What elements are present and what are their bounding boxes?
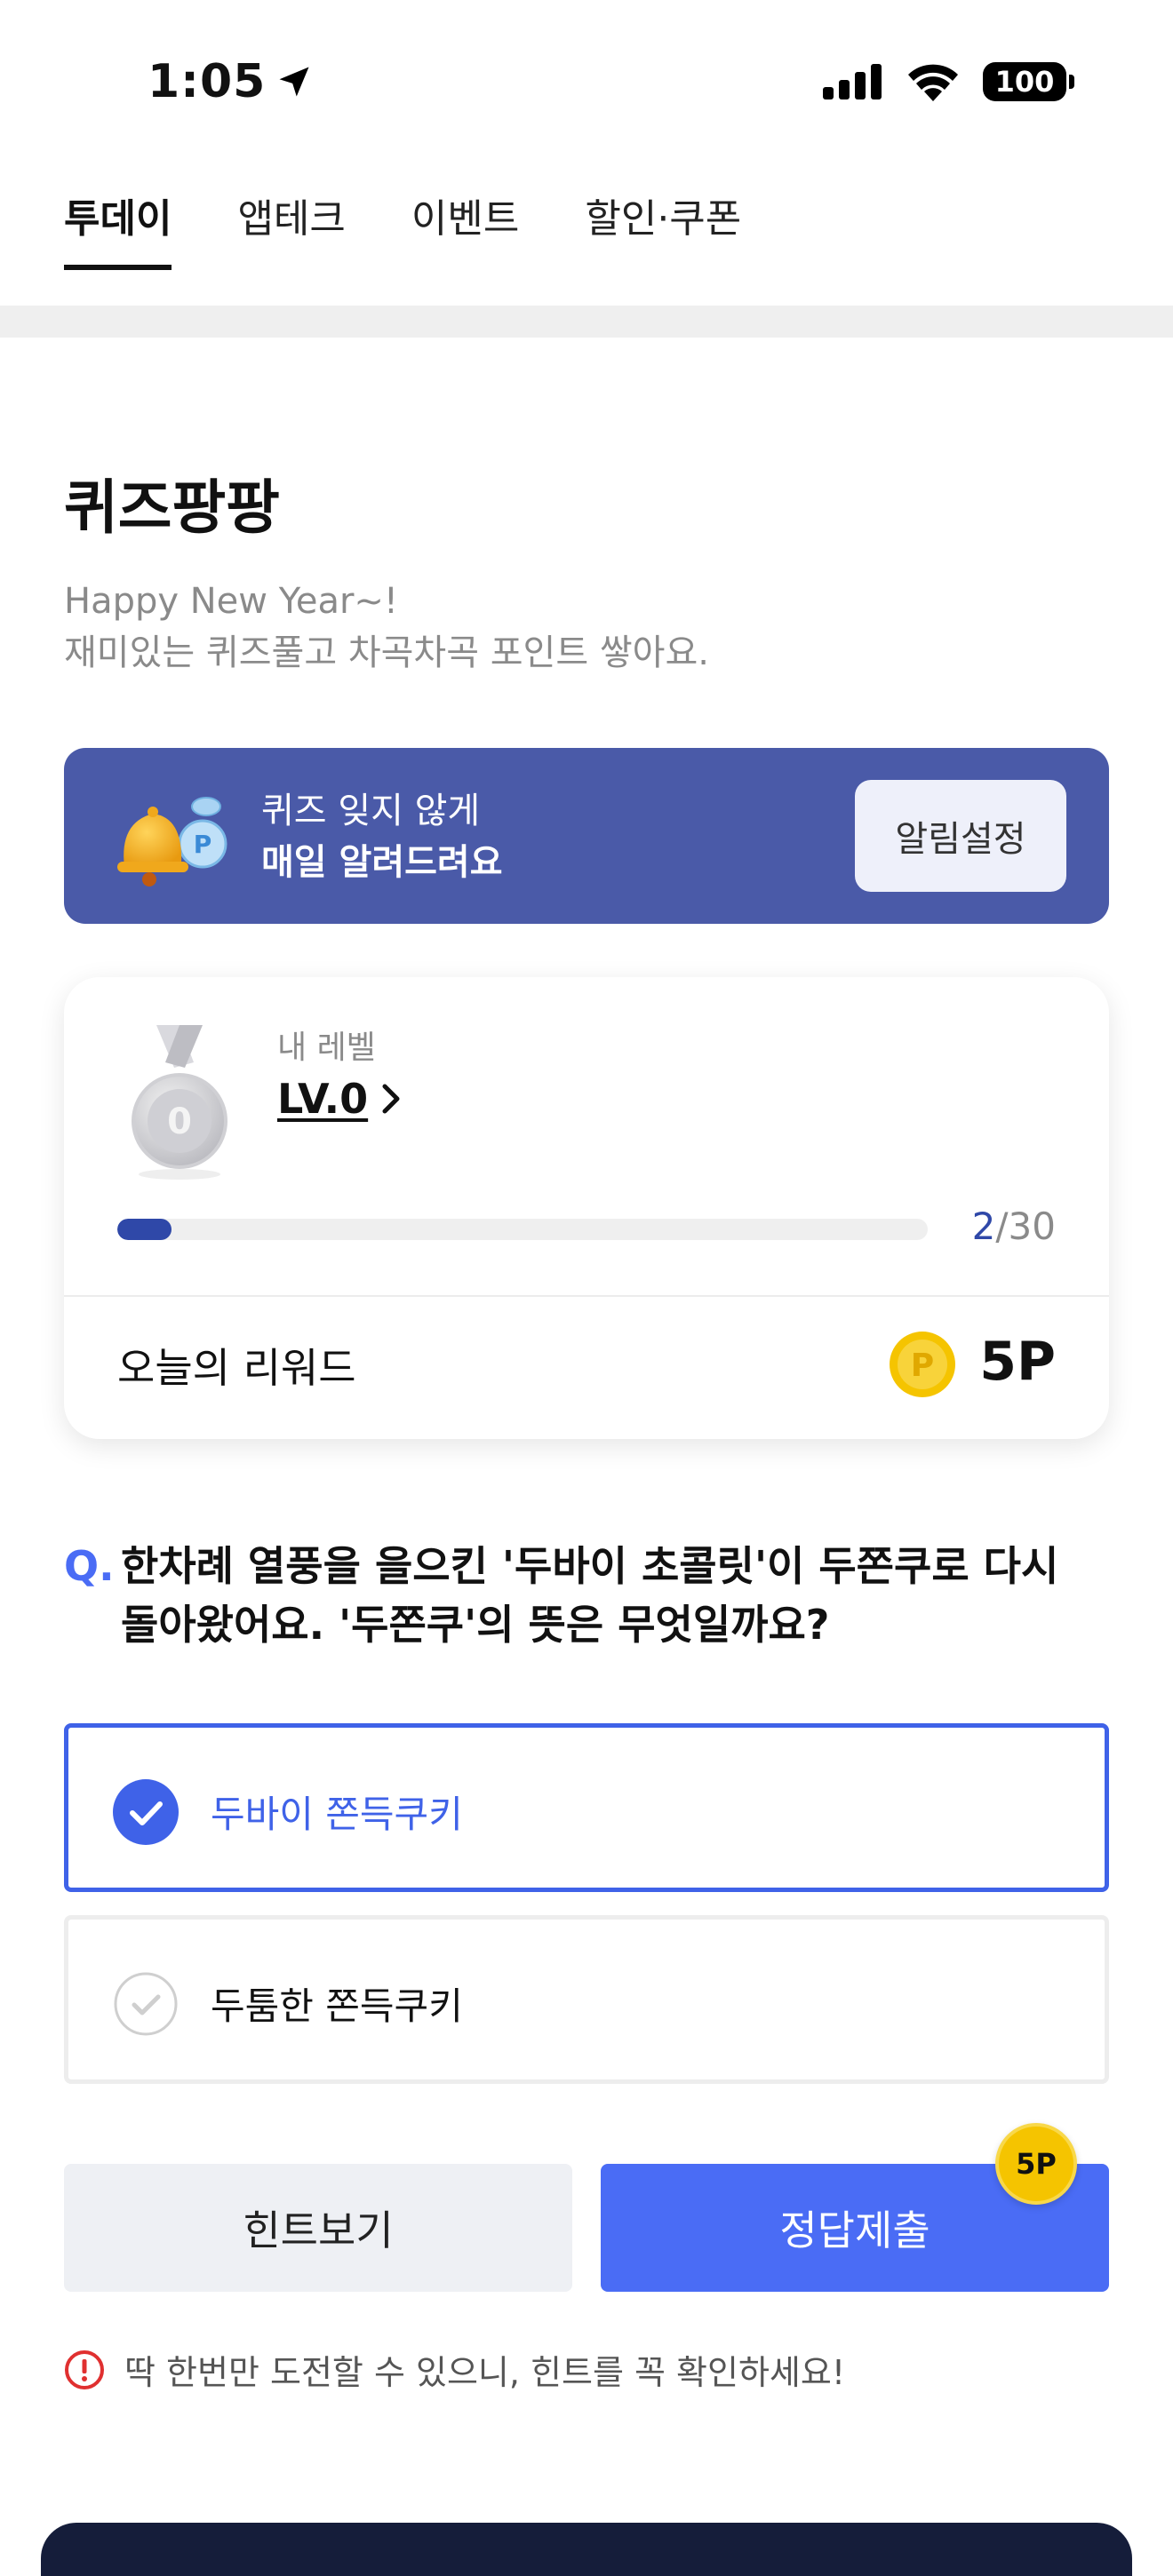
point-coin-icon: P: [890, 1332, 955, 1397]
exclamation-circle-icon: [65, 2349, 104, 2389]
top-tabs: 투데이 앱테크 이벤트 할인·쿠폰: [64, 187, 741, 270]
notification-banner: P 퀴즈 잊지 않게 매일 알려드려요 알림설정: [64, 748, 1109, 924]
svg-text:P: P: [194, 830, 212, 859]
status-bar: 1:05 100: [0, 0, 1173, 169]
bottom-sheet-edge: [41, 2523, 1132, 2576]
status-indicators: 100: [823, 62, 1074, 101]
level-card: 0 내 레벨 LV.0 2/30 오늘의 리워드 P 5P: [64, 977, 1109, 1439]
level-progress-fill: [117, 1219, 172, 1240]
question-prefix: Q.: [64, 1542, 115, 1590]
page-subtitle: Happy New Year~! 재미있는 퀴즈풀고 차곡차곡 포인트 쌓아요.: [64, 576, 709, 679]
progress-current: 2: [971, 1205, 996, 1248]
banner-line-2: 매일 알려드려요: [261, 842, 503, 883]
medal-number: 0: [167, 1101, 192, 1142]
tab-coupon[interactable]: 할인·쿠폰: [585, 187, 741, 270]
wifi-icon: [908, 64, 958, 101]
level-link[interactable]: LV.0: [277, 1075, 403, 1123]
question-text: 한차례 열풍을 을으킨 '두바이 초콜릿'이 두쫀쿠로 다시 돌아왔어요. '두…: [121, 1542, 1059, 1649]
hint-button[interactable]: 힌트보기: [64, 2164, 572, 2292]
level-label: 내 레벨: [277, 1030, 376, 1066]
battery-indicator: 100: [983, 62, 1074, 101]
level-progress-bar: [117, 1219, 928, 1240]
tab-today[interactable]: 투데이: [64, 187, 172, 270]
reward-value: 5P: [979, 1331, 1056, 1393]
bell-coin-icon: P: [117, 797, 227, 886]
banner-text: 퀴즈 잊지 않게 매일 알려드려요: [261, 785, 503, 888]
cellular-signal-icon: [823, 64, 882, 99]
quiz-option-2[interactable]: 두툼한 쫀득쿠키: [64, 1915, 1109, 2084]
banner-line-1: 퀴즈 잊지 않게: [261, 791, 481, 831]
tab-apptech[interactable]: 앱테크: [237, 187, 345, 270]
option-label: 두툼한 쫀득쿠키: [211, 1984, 463, 2028]
battery-level: 100: [994, 65, 1055, 99]
check-circle-outline-icon: [114, 1972, 178, 2036]
card-divider: [64, 1295, 1109, 1297]
reward-label: 오늘의 리워드: [117, 1344, 356, 1392]
subtitle-line-1: Happy New Year~!: [64, 581, 398, 622]
submit-point-badge: 5P: [995, 2123, 1077, 2205]
warning-text: 딱 한번만 도전할 수 있으니, 힌트를 꼭 확인하세요!: [124, 2353, 846, 2392]
chevron-right-icon: [382, 1084, 400, 1114]
option-label: 두바이 쫀득쿠키: [211, 1793, 463, 1836]
status-time-text: 1:05: [148, 55, 267, 108]
section-divider: [0, 306, 1173, 338]
check-circle-filled-icon: [113, 1779, 179, 1845]
progress-total: /30: [995, 1205, 1056, 1248]
coin-symbol: P: [911, 1348, 934, 1384]
location-arrow-icon: [279, 67, 309, 97]
warning-notice: 딱 한번만 도전할 수 있으니, 힌트를 꼭 확인하세요!: [64, 2345, 845, 2394]
subtitle-line-2: 재미있는 퀴즈풀고 차곡차곡 포인트 쌓아요.: [64, 632, 709, 673]
quiz-option-1[interactable]: 두바이 쫀득쿠키: [64, 1723, 1109, 1892]
level-value: LV.0: [277, 1075, 369, 1123]
tab-event[interactable]: 이벤트: [411, 187, 519, 270]
quiz-question: Q. 한차례 열풍을 을으킨 '두바이 초콜릿'이 두쫀쿠로 다시 돌아왔어요.…: [64, 1537, 1109, 1654]
silver-medal-icon: 0: [132, 1025, 227, 1180]
page-title: 퀴즈팡팡: [64, 473, 280, 542]
alarm-settings-button[interactable]: 알림설정: [855, 780, 1066, 892]
progress-count: 2/30: [972, 1205, 1056, 1248]
status-time: 1:05: [148, 55, 314, 108]
